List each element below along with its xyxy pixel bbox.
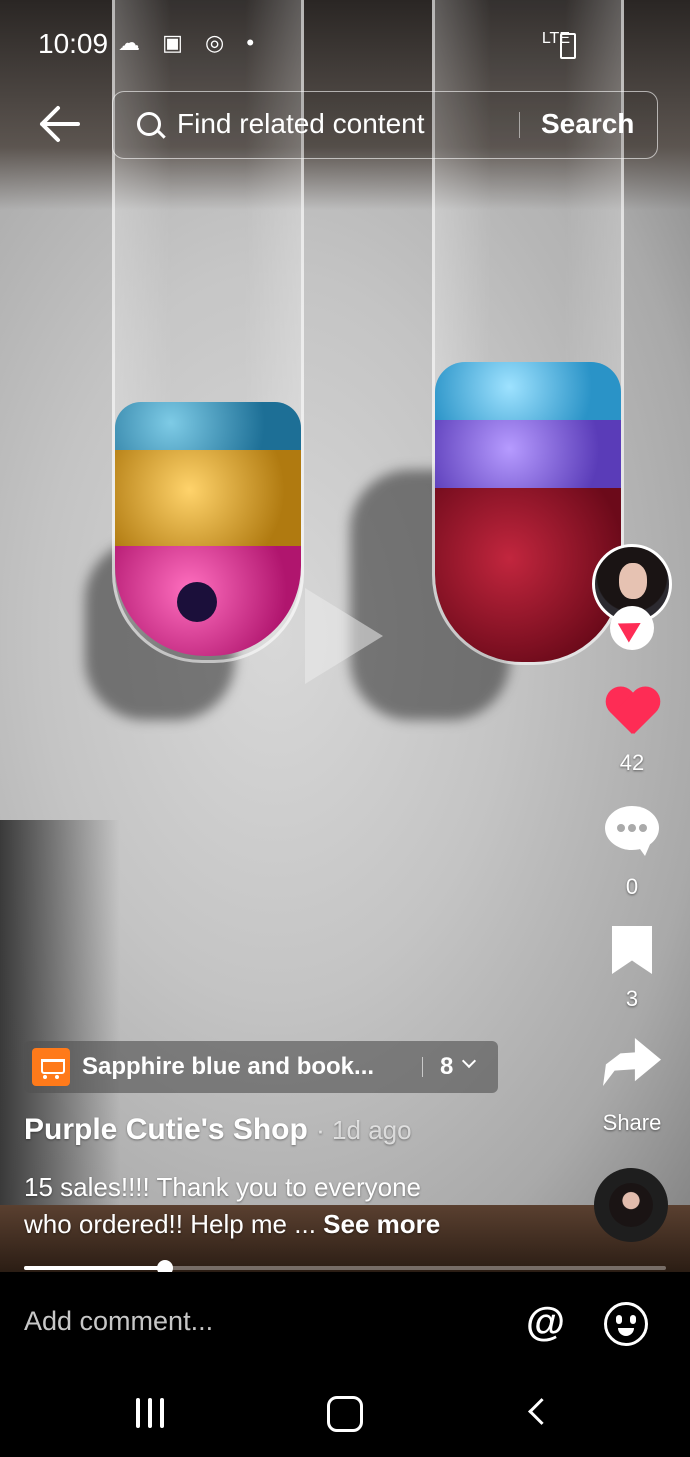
like-button[interactable]: 42 <box>590 688 674 776</box>
author-name[interactable]: Purple Cutie's Shop <box>24 1113 308 1146</box>
home-icon[interactable] <box>327 1396 363 1432</box>
search-input[interactable]: Find related content <box>177 108 425 140</box>
see-more-link[interactable]: See more <box>323 1209 440 1239</box>
post-time: · 1d ago <box>316 1115 412 1145</box>
share-button[interactable]: Share <box>590 1038 674 1136</box>
comment-button[interactable]: 0 <box>590 806 674 900</box>
bookmark-button[interactable]: 3 <box>590 926 674 1012</box>
search-divider <box>519 112 520 138</box>
status-time: 10:09 <box>38 28 109 59</box>
comment-count: 0 <box>625 874 639 899</box>
beads-pink <box>115 546 301 656</box>
status-bar: 10:09 ☁ ▣ ◎ • LTE <box>0 0 690 90</box>
product-title: Sapphire blue and book... <box>82 1053 375 1080</box>
product-divider <box>422 1057 423 1077</box>
caption-line-2: who ordered!! Help me ... <box>24 1209 316 1239</box>
bookmark-icon <box>612 926 652 974</box>
bookmark-count: 3 <box>625 986 639 1011</box>
chevron-down-icon[interactable] <box>461 1053 477 1069</box>
comment-bar: Add comment... @ <box>0 1272 690 1372</box>
progress-fill <box>24 1266 166 1270</box>
like-count: 42 <box>619 750 645 775</box>
at-icon[interactable]: @ <box>526 1300 565 1345</box>
search-bar[interactable]: Find related content Search <box>112 91 658 159</box>
heart-icon <box>604 688 660 738</box>
comment-input[interactable]: Add comment... <box>24 1306 213 1337</box>
music-disc-avatar <box>609 1183 653 1227</box>
avatar-face <box>619 563 647 599</box>
recent-apps-icon[interactable] <box>136 1398 166 1428</box>
search-icon <box>137 112 161 136</box>
back-arrow-icon[interactable] <box>38 104 80 144</box>
cart-icon <box>32 1048 70 1086</box>
play-icon[interactable] <box>305 588 383 684</box>
beads-light-blue <box>435 362 621 424</box>
product-link[interactable]: Sapphire blue and book... 8 <box>24 1041 498 1093</box>
notification-icons: ☁ ▣ ◎ • <box>118 30 263 55</box>
comment-icon <box>605 806 659 856</box>
share-icon <box>603 1038 661 1086</box>
music-disc[interactable] <box>594 1168 668 1242</box>
beads-blue <box>115 402 301 454</box>
nav-back-icon[interactable] <box>528 1398 555 1425</box>
post-author[interactable]: Purple Cutie's Shop · 1d ago <box>24 1113 412 1147</box>
bead-dark <box>177 582 217 622</box>
post-caption: 15 sales!!!! Thank you to everyone who o… <box>24 1169 514 1243</box>
caption-line-1: 15 sales!!!! Thank you to everyone <box>24 1172 421 1202</box>
battery-icon <box>560 33 576 59</box>
beads-gold <box>115 450 301 550</box>
product-count: 8 <box>440 1053 454 1080</box>
beads-purple <box>435 420 621 492</box>
video-progress[interactable] <box>24 1260 666 1276</box>
follow-button[interactable] <box>610 606 654 650</box>
search-button[interactable]: Search <box>541 108 634 140</box>
share-label: Share <box>602 1110 662 1135</box>
emoji-icon[interactable] <box>604 1302 648 1346</box>
system-nav-bar <box>0 1372 690 1457</box>
